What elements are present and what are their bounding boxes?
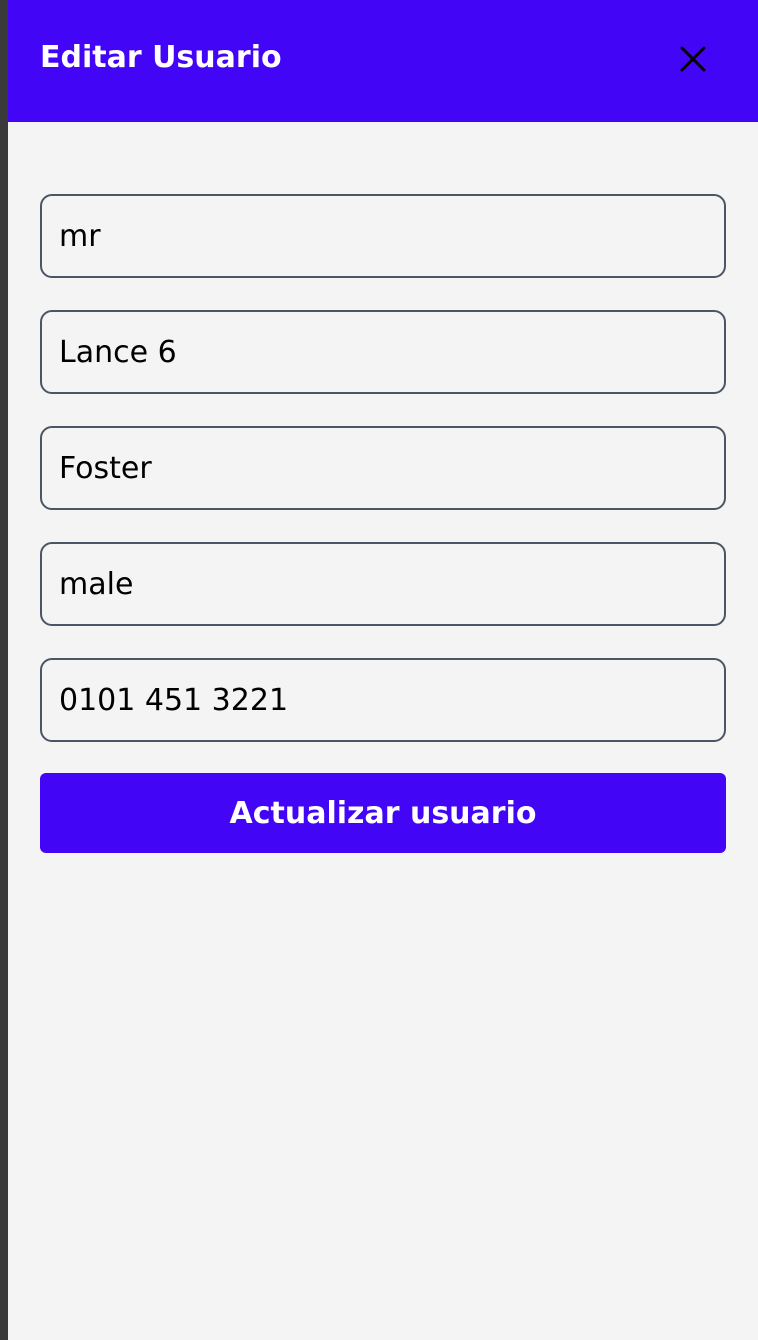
close-button[interactable]: [670, 36, 716, 82]
window-edge: [0, 0, 8, 1340]
edit-user-panel: Editar Usuario Actualizar usuario: [8, 0, 758, 1340]
close-icon: [680, 46, 706, 72]
title-input[interactable]: [40, 194, 726, 278]
panel-title: Editar Usuario: [40, 40, 282, 75]
first-name-input[interactable]: [40, 310, 726, 394]
gender-input[interactable]: [40, 542, 726, 626]
edit-user-form: Actualizar usuario: [40, 194, 726, 853]
phone-input[interactable]: [40, 658, 726, 742]
panel-header: Editar Usuario: [8, 0, 758, 122]
update-user-button[interactable]: Actualizar usuario: [40, 773, 726, 853]
last-name-input[interactable]: [40, 426, 726, 510]
